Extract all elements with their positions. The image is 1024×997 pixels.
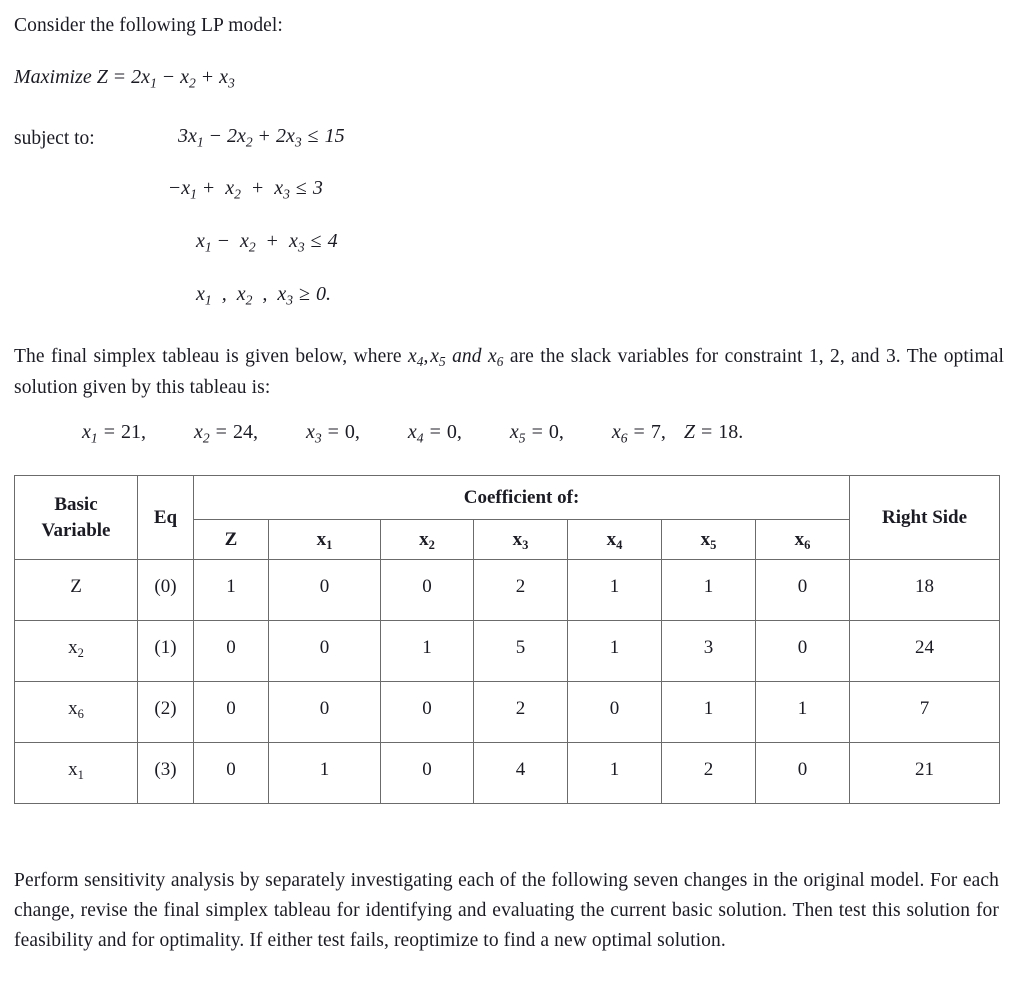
objective-terms: 2x1 − x2 + x3 bbox=[131, 66, 235, 91]
cell-r2-c3: 2 bbox=[473, 681, 568, 743]
row-right-side: 18 bbox=[849, 559, 1001, 621]
solution-x3: x3 = 0, bbox=[305, 421, 360, 446]
cell-r3-c6: 0 bbox=[754, 742, 851, 804]
cell-r0-c2: 0 bbox=[380, 559, 474, 621]
optimal-solution-line: x1 = 21, x2 = 24, x3 = 0, x4 = 0, x5 = 0, x6 … bbox=[82, 421, 744, 446]
solution-x4: x4 = 0, bbox=[407, 421, 462, 446]
cell-r3-c1: 1 bbox=[268, 742, 381, 804]
cell-r1-c0: 0 bbox=[193, 620, 269, 682]
header-col-x5: x5 bbox=[661, 519, 756, 560]
cell-r1-c5: 3 bbox=[661, 620, 756, 682]
cell-r1-c2: 1 bbox=[380, 620, 474, 682]
table-body: Z (0) 1 0 0 2 1 1 0 18 x2 (1) 0 0 1 5 1 3 0 24 x6 (2) 0 0 0 2 0 1 1 7… bbox=[14, 559, 1001, 804]
row-eq-number: (1) bbox=[137, 620, 194, 682]
header-right-side: Right Side bbox=[849, 475, 1001, 560]
objective-equals: = bbox=[113, 66, 126, 88]
header-basic-variable: Basic Variable bbox=[14, 475, 138, 560]
row-basic-variable: x1 bbox=[14, 742, 138, 804]
header-eq: Eq bbox=[137, 475, 194, 560]
constraint-nonnegativity: x1 , x2 , x3 ≥ 0. bbox=[196, 283, 332, 308]
subject-to-label: subject to: bbox=[14, 128, 95, 149]
table-row: x1 (3) 0 1 0 4 1 2 0 21 bbox=[14, 742, 1001, 804]
solution-x5: x5 = 0, bbox=[509, 421, 564, 446]
row-basic-variable: x2 bbox=[14, 620, 138, 682]
constraint-1: 3x1 − 2x2 + 2x3 ≤ 15 bbox=[178, 125, 345, 150]
intro-paragraph: Consider the following LP model: bbox=[14, 15, 283, 36]
cell-r0-c4: 1 bbox=[567, 559, 662, 621]
cell-r2-c5: 1 bbox=[661, 681, 756, 743]
row-right-side: 21 bbox=[849, 742, 1001, 804]
cell-r1-c3: 5 bbox=[473, 620, 568, 682]
solution-x1: x1 = 21, bbox=[82, 421, 146, 446]
header-col-z: Z bbox=[193, 519, 269, 560]
header-col-x2: x2 bbox=[380, 519, 474, 560]
row-basic-variable: x6 bbox=[14, 681, 138, 743]
cell-r2-c4: 0 bbox=[567, 681, 662, 743]
simplex-tableau: Basic Variable Eq Coefficient of: Right … bbox=[14, 475, 1001, 804]
cell-r2-c6: 1 bbox=[754, 681, 851, 743]
cell-r0-c5: 1 bbox=[661, 559, 756, 621]
table-row: x6 (2) 0 0 0 2 0 1 1 7 bbox=[14, 681, 1001, 743]
solution-x6: x6 = 7, bbox=[611, 421, 666, 446]
cell-r0-c6: 0 bbox=[754, 559, 851, 621]
constraint-3: x1 − x2 + x3 ≤ 4 bbox=[196, 230, 338, 255]
cell-r1-c4: 1 bbox=[567, 620, 662, 682]
cell-r2-c2: 0 bbox=[380, 681, 474, 743]
header-col-x4: x4 bbox=[567, 519, 662, 560]
cell-r0-c3: 2 bbox=[473, 559, 568, 621]
solution-x2: x2 = 24, bbox=[193, 421, 258, 446]
header-row-top: Basic Variable Eq Coefficient of: Right … bbox=[14, 475, 1001, 560]
cell-r2-c1: 0 bbox=[268, 681, 381, 743]
header-basic-line1: Basic bbox=[54, 493, 98, 515]
cell-r3-c2: 0 bbox=[380, 742, 474, 804]
table-header: Basic Variable Eq Coefficient of: Right … bbox=[14, 475, 1001, 560]
row-eq-number: (0) bbox=[137, 559, 194, 621]
tableau-intro-paragraph: The final simplex tableau is given below… bbox=[14, 346, 1004, 398]
constraint-2: −x1 + x2 + x3 ≤ 3 bbox=[169, 177, 323, 202]
header-col-x6: x6 bbox=[754, 519, 851, 560]
cell-r2-c0: 0 bbox=[193, 681, 269, 743]
document-page: Consider the following LP model: Maximiz… bbox=[0, 0, 1024, 997]
objective-label: Maximize Z bbox=[14, 66, 108, 88]
cell-r3-c5: 2 bbox=[661, 742, 756, 804]
closing-paragraph: Perform sensitivity analysis by separate… bbox=[14, 870, 999, 951]
table-row: Z (0) 1 0 0 2 1 1 0 18 bbox=[14, 559, 1001, 621]
cell-r3-c3: 4 bbox=[473, 742, 568, 804]
header-col-x1: x1 bbox=[268, 519, 381, 560]
solution-z: Z = 18. bbox=[683, 421, 744, 443]
cell-r0-c1: 0 bbox=[268, 559, 381, 621]
row-eq-number: (2) bbox=[137, 681, 194, 743]
row-eq-number: (3) bbox=[137, 742, 194, 804]
cell-r1-c6: 0 bbox=[754, 620, 851, 682]
header-coefficient-of: Coefficient of: bbox=[192, 475, 851, 520]
cell-r0-c0: 1 bbox=[193, 559, 269, 621]
table-row: x2 (1) 0 0 1 5 1 3 0 24 bbox=[14, 620, 1001, 682]
row-basic-variable: Z bbox=[14, 559, 138, 621]
objective-function: Maximize Z = 2x1 − x2 + x3 bbox=[14, 66, 235, 91]
cell-r1-c1: 0 bbox=[268, 620, 381, 682]
row-right-side: 24 bbox=[849, 620, 1001, 682]
header-col-x3: x3 bbox=[473, 519, 568, 560]
cell-r3-c0: 0 bbox=[193, 742, 269, 804]
row-right-side: 7 bbox=[849, 681, 1001, 743]
cell-r3-c4: 1 bbox=[567, 742, 662, 804]
header-basic-line2: Variable bbox=[41, 519, 111, 541]
